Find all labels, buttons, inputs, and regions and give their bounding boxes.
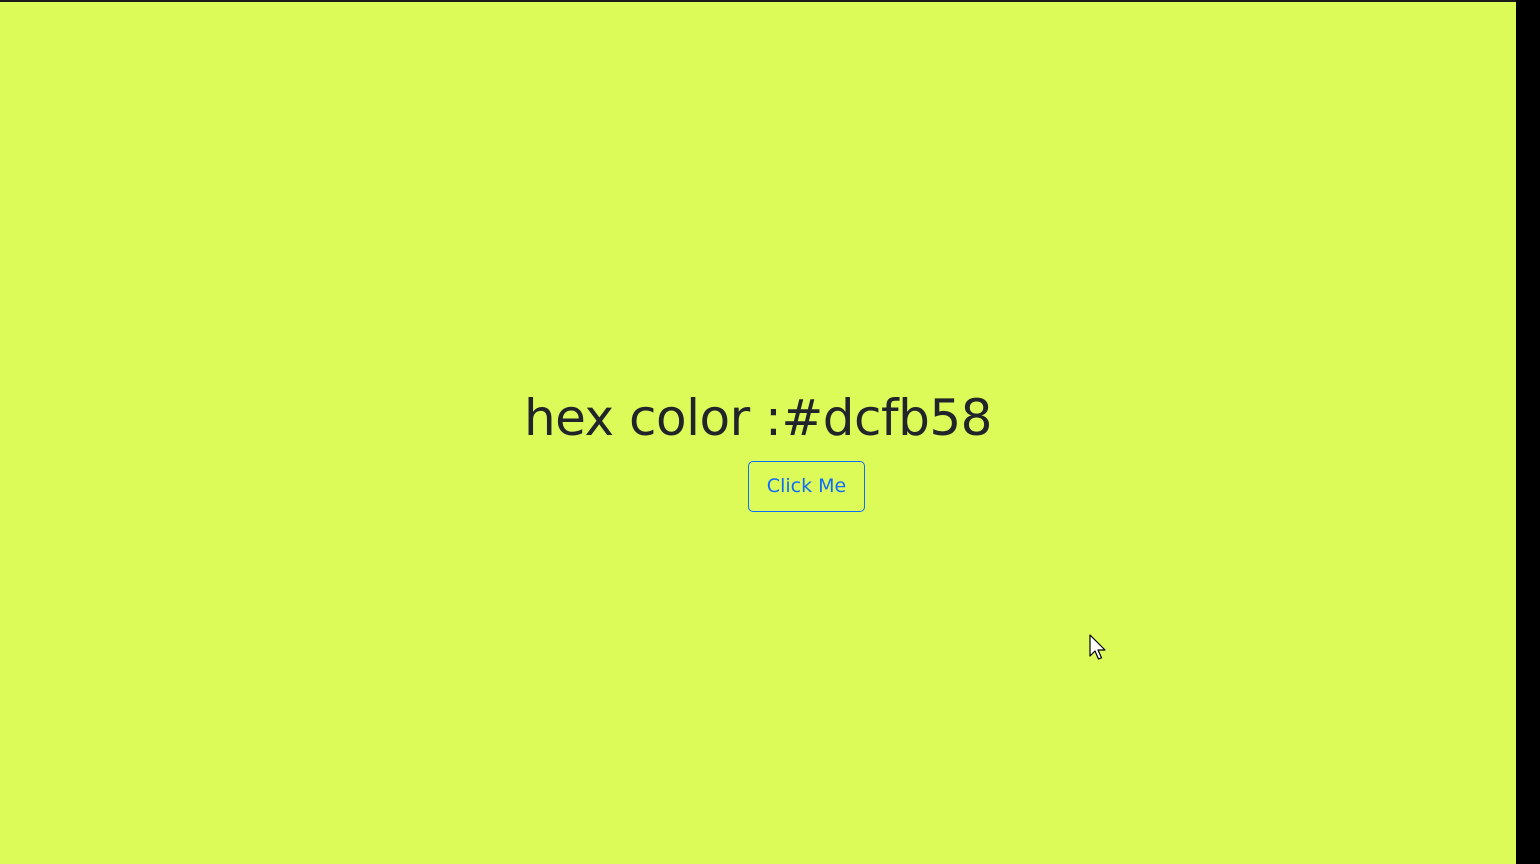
hex-color-heading: hex color :#dcfb58 bbox=[523, 389, 993, 447]
click-me-button[interactable]: Click Me bbox=[748, 461, 865, 512]
page-viewport: hex color :#dcfb58 Click Me bbox=[0, 2, 1516, 864]
mouse-pointer-icon bbox=[1089, 634, 1106, 660]
window-right-border bbox=[1516, 0, 1540, 864]
